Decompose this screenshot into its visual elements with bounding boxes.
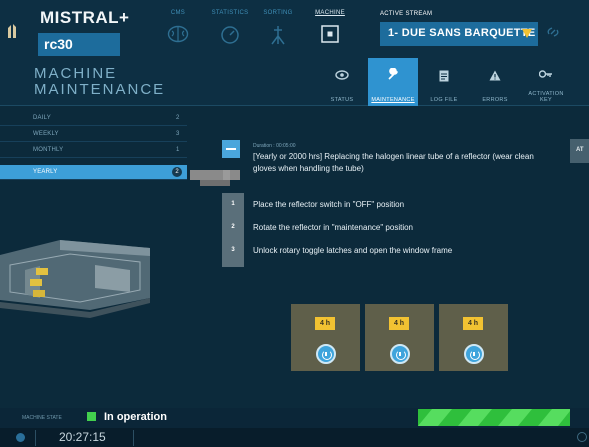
machine-id-badge[interactable]: rc30 <box>38 33 120 56</box>
machine-state-label: MACHINE STATE <box>22 415 62 421</box>
machine-icon <box>321 25 339 43</box>
collapse-task-button[interactable] <box>222 140 240 158</box>
sidebar-item-weekly[interactable]: WEEKLY 3 <box>0 127 187 142</box>
task-duration: Duration : 00:05:00 <box>253 143 296 149</box>
step-number: 3 <box>231 247 235 253</box>
sidebar-item-count: 3 <box>176 131 180 137</box>
nav-sorting[interactable]: SORTING <box>255 10 301 56</box>
nav-machine[interactable]: MACHINE <box>305 10 355 56</box>
tab-log-file-label: LOG FILE <box>430 97 458 103</box>
maintenance-timer: 4 h <box>365 304 434 371</box>
log-file-icon <box>439 70 449 82</box>
settings-icon[interactable] <box>577 432 587 442</box>
tab-maintenance-label: MAINTENANCE <box>371 97 415 103</box>
nav-statistics[interactable]: STATISTICS <box>207 10 253 56</box>
key-icon <box>539 70 552 78</box>
user-icon[interactable] <box>16 433 25 442</box>
warning-icon <box>489 70 501 81</box>
tab-activation-key[interactable]: ACTIVATION KEY <box>521 58 571 106</box>
page-title-line1: MACHINE <box>34 65 118 82</box>
gauge-icon <box>221 26 239 44</box>
task-side-button-label: AT <box>576 147 584 153</box>
task-side-button[interactable]: AT <box>570 139 589 163</box>
operation-progress-bar <box>418 409 570 426</box>
wrench-icon <box>388 68 398 80</box>
nav-machine-label: MACHINE <box>315 10 345 16</box>
tab-status-label: STATUS <box>330 97 354 103</box>
clock-time: 20:27:15 <box>59 430 106 444</box>
nav-sorting-label: SORTING <box>263 10 293 16</box>
maintenance-timer: 4 h <box>291 304 360 371</box>
step-number: 2 <box>231 224 235 230</box>
reset-timer-icon[interactable] <box>316 344 336 364</box>
timer-badge: 4 h <box>389 317 409 330</box>
sidebar-item-label: WEEKLY <box>33 131 59 137</box>
step-text: Place the reflector switch in "OFF" posi… <box>253 200 405 209</box>
active-stream-label: ACTIVE STREAM <box>380 11 433 17</box>
tab-status[interactable]: STATUS <box>317 58 367 106</box>
reset-timer-icon[interactable] <box>390 344 410 364</box>
tab-log-file[interactable]: LOG FILE <box>419 58 469 106</box>
sorting-icon <box>271 26 285 45</box>
sidebar-item-daily[interactable]: DAILY 2 <box>0 111 187 126</box>
active-stream-dropdown[interactable]: 1- DUE SANS BARQUETTE <box>380 22 538 46</box>
sidebar-item-label: DAILY <box>33 115 51 121</box>
maintenance-timer: 4 h <box>439 304 508 371</box>
brand-logo-icon <box>8 24 16 38</box>
machine-state-text: In operation <box>104 411 167 423</box>
divider <box>133 430 134 446</box>
timer-badge: 4 h <box>463 317 483 330</box>
page-title-line2: MAINTENANCE <box>34 81 166 98</box>
nav-cms-label: CMS <box>170 10 186 16</box>
page-title: MACHINE MAINTENANCE <box>34 66 165 98</box>
nav-cms[interactable]: CMS <box>155 10 201 56</box>
step-number: 1 <box>231 201 235 207</box>
task-title: [Yearly or 2000 hrs] Replacing the halog… <box>253 152 534 173</box>
tab-maintenance[interactable]: MAINTENANCE <box>368 58 418 106</box>
eye-icon <box>335 70 349 80</box>
machine-state-indicator <box>87 412 96 421</box>
step-text: Unlock rotary toggle latches and open th… <box>253 246 453 255</box>
brain-icon <box>167 25 189 43</box>
tab-errors-label: ERRORS <box>482 97 508 103</box>
sidebar-item-label: MONTHLY <box>33 147 64 153</box>
brand-name: MISTRAL+ <box>40 8 130 27</box>
reset-timer-icon[interactable] <box>464 344 484 364</box>
tab-errors[interactable]: ERRORS <box>470 58 520 106</box>
sidebar-item-count: 1 <box>176 147 180 153</box>
divider <box>35 430 36 446</box>
sidebar-item-monthly[interactable]: MONTHLY 1 <box>0 143 187 158</box>
link-icon[interactable] <box>547 26 559 38</box>
nav-statistics-label: STATISTICS <box>211 10 249 16</box>
tab-activation-label-2: KEY <box>540 97 552 103</box>
app-window: MISTRAL+ rc30 CMS STATISTICS SORTING MAC… <box>0 0 589 447</box>
active-stream-value: 1- DUE SANS BARQUETTE <box>388 27 536 39</box>
machine-illustration <box>0 170 240 318</box>
step-text: Rotate the reflector in "maintenance" po… <box>253 223 413 232</box>
chevron-down-icon <box>522 29 532 38</box>
timer-badge: 4 h <box>315 317 335 330</box>
sidebar-item-count: 2 <box>176 115 180 121</box>
